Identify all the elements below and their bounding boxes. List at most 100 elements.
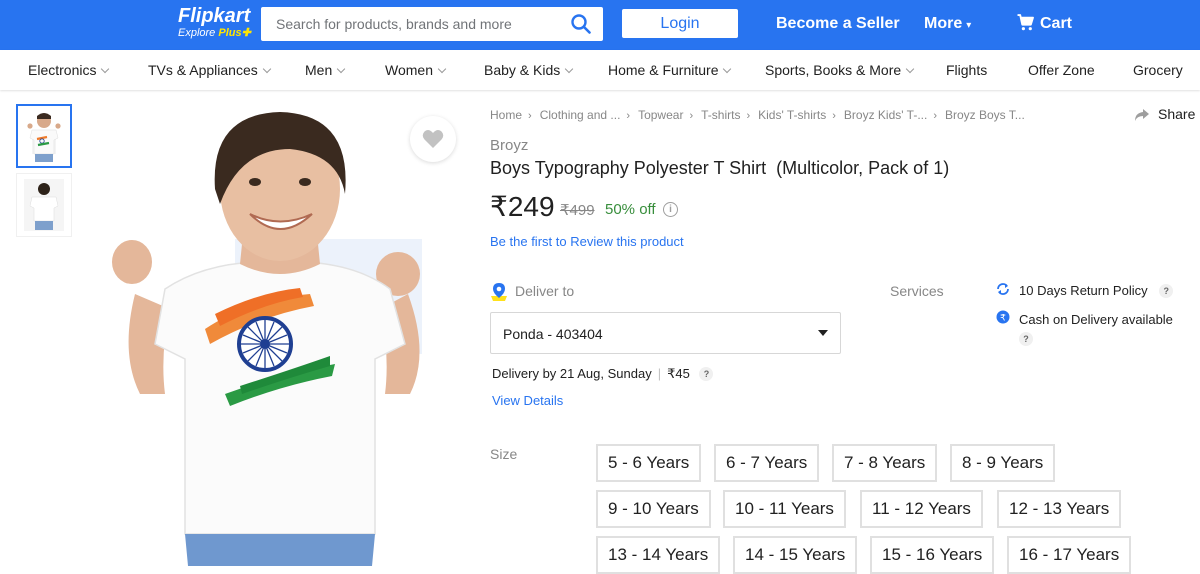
size-option-button[interactable]: 15 - 16 Years: [870, 536, 995, 574]
review-link[interactable]: Be the first to Review this product: [490, 234, 684, 249]
category-grocery[interactable]: Grocery: [1133, 62, 1183, 78]
return-icon: [996, 283, 1010, 298]
original-price: ₹499: [560, 202, 595, 219]
delivery-help-icon[interactable]: ?: [699, 367, 714, 381]
category-flights[interactable]: Flights: [946, 62, 987, 78]
size-option-button[interactable]: 12 - 13 Years: [997, 490, 1122, 528]
breadcrumb-item[interactable]: Kids' T-shirts: [758, 108, 826, 122]
return-help-icon[interactable]: ?: [1159, 284, 1174, 298]
product-main-image[interactable]: [90, 94, 470, 566]
price-info-icon[interactable]: i: [663, 202, 678, 217]
chevron-down-icon: [336, 64, 346, 74]
cod-help-icon[interactable]: ?: [1019, 332, 1033, 346]
size-option-button[interactable]: 9 - 10 Years: [596, 490, 711, 528]
size-option-button[interactable]: 11 - 12 Years: [860, 490, 983, 528]
category-label: Electronics: [28, 62, 97, 78]
cod-help: ?: [1019, 331, 1033, 346]
chevron-down-icon: [262, 64, 271, 74]
service-return-policy: 10 Days Return Policy ?: [996, 283, 1174, 298]
category-label: Home & Furniture: [608, 62, 719, 78]
breadcrumb-item[interactable]: Clothing and ...: [540, 108, 621, 122]
rupee-coin-icon: ₹: [996, 310, 1010, 327]
chevron-down-icon: [101, 64, 110, 74]
search-icon[interactable]: [571, 14, 591, 34]
share-button[interactable]: Share: [1134, 106, 1195, 122]
chevron-down-icon: [437, 64, 447, 74]
category-sports-books-more[interactable]: Sports, Books & More: [765, 62, 915, 78]
breadcrumb-separator-icon: ›: [746, 110, 751, 122]
search-input[interactable]: [261, 7, 551, 41]
size-label: Size: [490, 446, 518, 462]
breadcrumb-item[interactable]: Topwear: [638, 108, 683, 122]
category-men[interactable]: Men: [305, 62, 346, 78]
heart-icon: [422, 130, 444, 148]
logo-subtext: Explore Plus✚: [178, 27, 251, 39]
category-women[interactable]: Women: [385, 62, 447, 78]
plus-icon: ✚: [241, 27, 251, 39]
service-text: 10 Days Return Policy: [1019, 283, 1148, 298]
size-option-button[interactable]: 8 - 9 Years: [950, 444, 1056, 482]
pincode-dropdown[interactable]: Ponda - 403404: [490, 312, 841, 354]
deliver-to-label: Deliver to: [515, 283, 575, 299]
breadcrumb-separator-icon: ›: [689, 110, 694, 122]
category-tvs-appliances[interactable]: TVs & Appliances: [148, 62, 271, 78]
category-baby-kids[interactable]: Baby & Kids: [484, 62, 574, 78]
logo-plus: Plus: [218, 27, 242, 39]
product-thumbnail-image: [27, 113, 61, 162]
breadcrumb-item[interactable]: Broyz Kids' T-...: [844, 108, 927, 122]
cart-link[interactable]: Cart: [1017, 14, 1072, 34]
size-option-button[interactable]: 10 - 11 Years: [723, 490, 846, 528]
login-button[interactable]: Login: [622, 9, 738, 38]
search-bar: [261, 7, 603, 41]
service-text: Cash on Delivery available: [1019, 312, 1173, 327]
size-option-button[interactable]: 5 - 6 Years: [596, 444, 702, 482]
product-thumbnail-back-image: [24, 179, 64, 231]
category-label: Baby & Kids: [484, 62, 561, 78]
category-electronics[interactable]: Electronics: [28, 62, 110, 78]
size-option-button[interactable]: 6 - 7 Years: [714, 444, 820, 482]
cart-label: Cart: [1040, 15, 1073, 32]
view-details-link[interactable]: View Details: [492, 393, 563, 408]
delivery-date: Delivery by 21 Aug, Sunday: [492, 366, 652, 381]
product-brand[interactable]: Broyz: [490, 137, 528, 154]
category-label: Men: [305, 62, 333, 78]
service-cod: ₹ Cash on Delivery available: [996, 310, 1173, 327]
location-pin-icon: [491, 283, 507, 301]
category-label: Women: [385, 62, 433, 78]
become-seller-link[interactable]: Become a Seller: [776, 14, 900, 34]
size-option-button[interactable]: 13 - 14 Years: [596, 536, 721, 574]
delivery-charge: ₹45: [667, 366, 690, 381]
category-label: TVs & Appliances: [148, 62, 258, 78]
separator: |: [657, 366, 662, 381]
breadcrumb-item[interactable]: T-shirts: [701, 108, 740, 122]
more-label: More: [924, 15, 963, 32]
share-icon: [1135, 109, 1149, 121]
category-offer-zone[interactable]: Offer Zone: [1028, 62, 1095, 78]
delivery-estimate: Delivery by 21 Aug, Sunday | ₹45 ?: [492, 366, 714, 382]
cart-icon: [1017, 14, 1034, 31]
category-label: Sports, Books & More: [765, 62, 902, 78]
logo-explore: Explore: [178, 27, 216, 39]
more-menu[interactable]: More ▾: [924, 14, 971, 36]
size-option-button[interactable]: 14 - 15 Years: [733, 536, 858, 574]
size-option-button[interactable]: 16 - 17 Years: [1007, 536, 1132, 574]
top-header: Flipkart Explore Plus✚ Login Become a Se…: [0, 0, 1200, 50]
breadcrumb-item[interactable]: Home: [490, 108, 522, 122]
wishlist-button[interactable]: [410, 116, 456, 162]
selling-price: ₹249: [490, 191, 555, 222]
size-option-button[interactable]: 7 - 8 Years: [832, 444, 938, 482]
svg-text:₹: ₹: [1000, 314, 1006, 324]
product-title: Boys Typography Polyester T Shirt (Multi…: [490, 158, 950, 178]
services-label: Services: [890, 283, 944, 299]
flipkart-logo[interactable]: Flipkart Explore Plus✚: [178, 5, 251, 39]
category-label: Flights: [946, 62, 988, 78]
logo-text: Flipkart: [178, 5, 251, 27]
category-label: Offer Zone: [1028, 62, 1095, 78]
discount-label: 50% off: [605, 201, 656, 218]
category-nav: Electronics TVs & Appliances Men Women Baby …: [0, 50, 1200, 90]
thumbnail-back[interactable]: [16, 173, 72, 237]
chevron-down-icon: [565, 64, 574, 74]
breadcrumb-item[interactable]: Broyz Boys T...: [945, 108, 1025, 122]
category-home-furniture[interactable]: Home & Furniture: [608, 62, 732, 78]
thumbnail-front[interactable]: [16, 104, 72, 168]
